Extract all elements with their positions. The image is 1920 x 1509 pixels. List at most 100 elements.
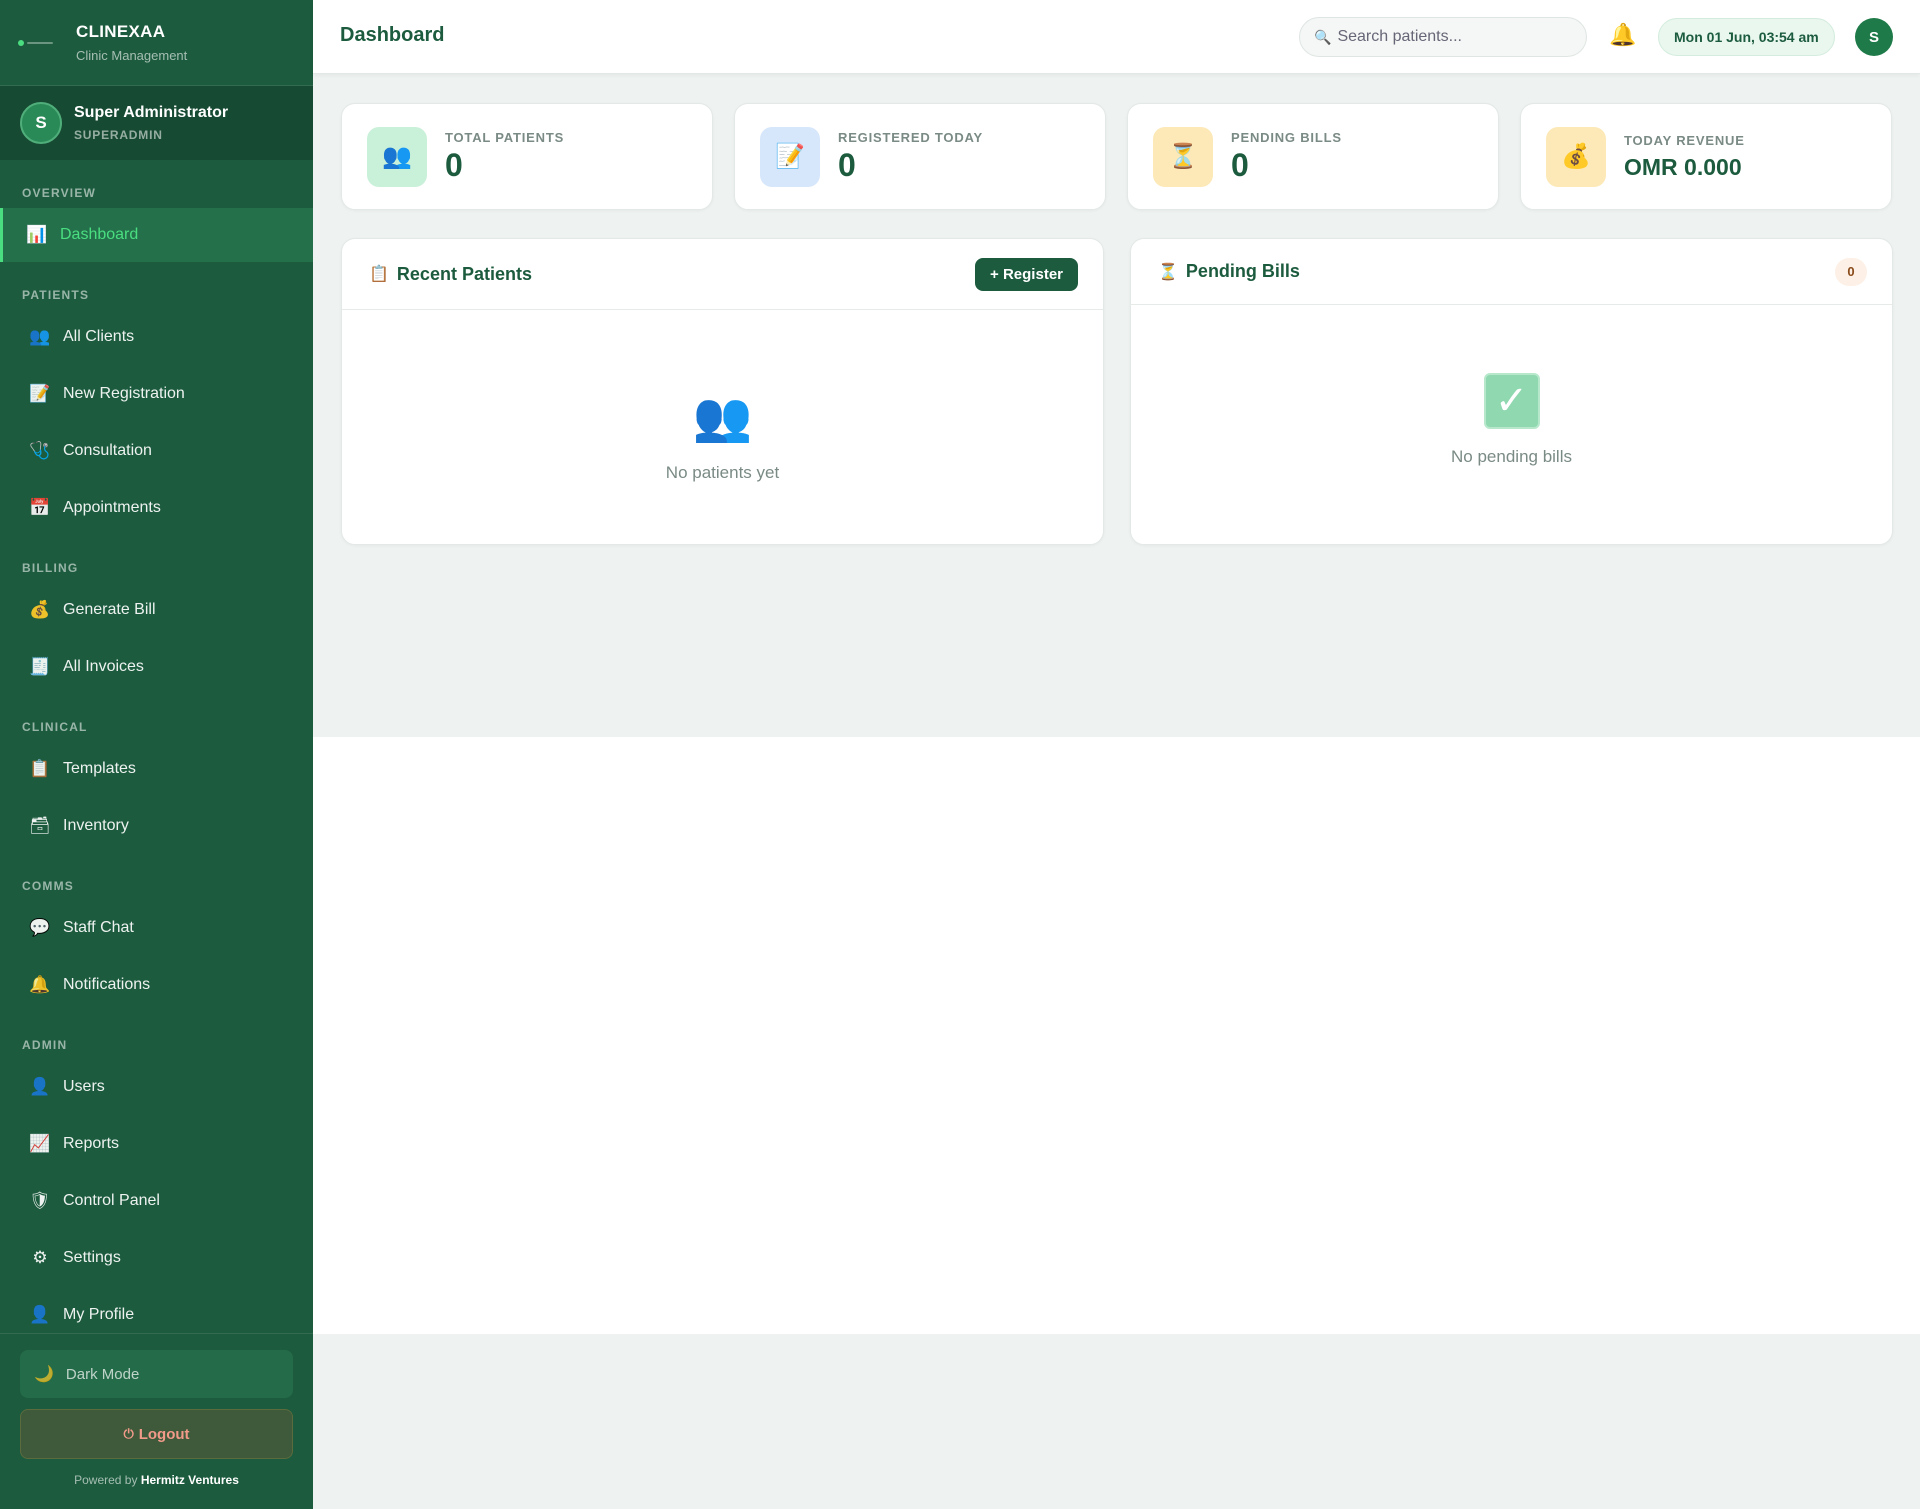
stethoscope-icon: 🩺	[29, 441, 51, 460]
user-icon: 👤	[29, 1305, 51, 1324]
hourglass-icon: ⏳	[1158, 263, 1178, 281]
trend-chart-icon: 📈	[29, 1134, 51, 1153]
panel-header: ⏳ Pending Bills 0	[1131, 239, 1892, 305]
users-icon: 👥	[29, 327, 51, 346]
brand-name: CLINEXAA	[76, 22, 166, 41]
sidebar-item-label: All Clients	[63, 328, 135, 345]
search-icon: 🔍	[1314, 28, 1332, 45]
money-bag-icon: 💰	[29, 600, 51, 619]
check-icon: ✓	[1483, 373, 1540, 429]
bar-chart-icon: 📊	[26, 225, 48, 244]
powered-by: Powered by Hermitz Ventures	[20, 1473, 293, 1487]
dark-mode-label: Dark Mode	[65, 1365, 140, 1383]
sidebar-item-templates[interactable]: 📋 Templates	[0, 742, 313, 796]
search-input[interactable]	[1337, 28, 1568, 46]
nav-section-admin: ADMIN	[22, 1038, 68, 1052]
memo-icon: 📝	[760, 126, 820, 187]
panel-title: Pending Bills	[1185, 261, 1300, 281]
user-icon: 👤	[29, 1077, 51, 1096]
users-icon: 👥	[367, 126, 427, 187]
clipboard-icon: 📋	[369, 266, 389, 283]
search-box[interactable]: 🔍	[1299, 17, 1587, 57]
sidebar-item-inventory[interactable]: 🗃 Inventory	[0, 799, 313, 853]
sidebar-item-label: New Registration	[63, 385, 185, 402]
stat-value: OMR 0.000	[1624, 153, 1742, 180]
nav-section-overview: OVERVIEW	[22, 186, 97, 200]
stat-label: TOTAL PATIENTS	[445, 129, 565, 145]
sidebar-item-appointments[interactable]: 📅 Appointments	[0, 481, 313, 535]
sidebar-item-all-clients[interactable]: 👥 All Clients	[0, 310, 313, 364]
powered-prefix: Powered by	[74, 1473, 138, 1487]
sidebar-item-label: Templates	[63, 760, 136, 777]
register-button[interactable]: + Register	[975, 257, 1078, 291]
stat-value: 0	[1231, 146, 1249, 183]
page-title: Dashboard	[340, 24, 445, 46]
nav-section-patients: PATIENTS	[22, 288, 90, 302]
power-icon: ⏻	[123, 1426, 134, 1441]
sidebar-item-label: All Invoices	[63, 658, 144, 675]
user-name: Super Administrator	[74, 104, 229, 121]
sidebar-item-label: Appointments	[63, 499, 161, 516]
stat-label: PENDING BILLS	[1231, 129, 1342, 145]
dark-mode-toggle[interactable]: 🌙 Dark Mode	[20, 1350, 293, 1398]
count-badge: 0	[1835, 257, 1867, 286]
sidebar-item-generate-bill[interactable]: 💰 Generate Bill	[0, 583, 313, 637]
stat-value: 0	[838, 146, 856, 183]
logout-button[interactable]: ⏻ Logout	[20, 1409, 293, 1459]
stat-card-today-revenue: 💰 TODAY REVENUE OMR 0.000	[1520, 103, 1892, 210]
empty-text: No pending bills	[1451, 447, 1572, 466]
stat-label: REGISTERED TODAY	[838, 129, 983, 145]
avatar: S	[20, 102, 62, 144]
sidebar-item-users[interactable]: 👤 Users	[0, 1060, 313, 1114]
stat-card-pending-bills: ⏳ PENDING BILLS 0	[1127, 103, 1499, 210]
user-role: SUPERADMIN	[74, 128, 163, 142]
logo-icon	[18, 35, 58, 51]
nav-section-clinical: CLINICAL	[22, 720, 88, 734]
avatar[interactable]: S	[1855, 18, 1893, 56]
sidebar-item-control-panel[interactable]: 🛡 Control Panel	[0, 1174, 313, 1228]
logout-label: Logout	[138, 1425, 190, 1443]
sidebar-item-label: Consultation	[63, 442, 152, 459]
sidebar-item-label: Inventory	[63, 817, 129, 834]
empty-state: 👥 No patients yet	[342, 310, 1103, 483]
sidebar-item-label: Dashboard	[60, 226, 139, 243]
sidebar-item-label: Generate Bill	[63, 601, 156, 618]
gear-icon: ⚙	[32, 1248, 48, 1267]
sidebar-item-consultation[interactable]: 🩺 Consultation	[0, 424, 313, 478]
memo-icon: 📝	[29, 384, 51, 403]
sidebar-item-settings[interactable]: ⚙ Settings	[0, 1231, 313, 1285]
panel-title: Recent Patients	[396, 263, 532, 284]
shield-icon: 🛡	[29, 1191, 51, 1210]
receipt-icon: 🧾	[29, 657, 51, 676]
sidebar-item-label: Reports	[63, 1135, 120, 1152]
chat-bubble-icon: 💬	[29, 918, 51, 937]
recent-patients-panel: 📋 Recent Patients + Register 👥 No patien…	[341, 238, 1104, 545]
sidebar-item-reports[interactable]: 📈 Reports	[0, 1117, 313, 1171]
sidebar-item-label: Users	[63, 1078, 105, 1095]
sidebar-item-new-registration[interactable]: 📝 New Registration	[0, 367, 313, 421]
stat-value: 0	[445, 146, 463, 183]
datetime-badge: Mon 01 Jun, 03:54 am	[1658, 18, 1835, 56]
sidebar-item-notifications[interactable]: 🔔 Notifications	[0, 958, 313, 1012]
sidebar-item-label: Control Panel	[63, 1192, 160, 1209]
sidebar-item-dashboard[interactable]: 📊 Dashboard	[0, 208, 313, 262]
sidebar-item-label: Staff Chat	[63, 919, 134, 936]
users-icon: 👥	[692, 391, 753, 444]
nav-section-billing: BILLING	[22, 561, 79, 575]
calendar-icon: 📅	[29, 498, 51, 517]
stat-card-total-patients: 👥 TOTAL PATIENTS 0	[341, 103, 713, 210]
empty-state: ✓ No pending bills	[1131, 305, 1892, 467]
nav-section-comms: COMMS	[22, 879, 74, 893]
sidebar-item-staff-chat[interactable]: 💬 Staff Chat	[0, 901, 313, 955]
hourglass-icon: ⏳	[1153, 126, 1213, 187]
money-bag-icon: 💰	[1546, 126, 1606, 187]
sidebar: CLINEXAA Clinic Management S Super Admin…	[0, 0, 313, 1509]
stat-label: TODAY REVENUE	[1624, 132, 1745, 148]
sidebar-item-all-invoices[interactable]: 🧾 All Invoices	[0, 640, 313, 694]
brand: CLINEXAA Clinic Management	[0, 0, 313, 86]
sidebar-footer: 🌙 Dark Mode ⏻ Logout Powered by Hermitz …	[0, 1333, 313, 1509]
stat-card-registered-today: 📝 REGISTERED TODAY 0	[734, 103, 1106, 210]
brand-subtitle: Clinic Management	[76, 48, 188, 63]
notifications-bell-icon[interactable]: 🔔	[1609, 22, 1636, 48]
content-area	[313, 737, 1920, 1334]
